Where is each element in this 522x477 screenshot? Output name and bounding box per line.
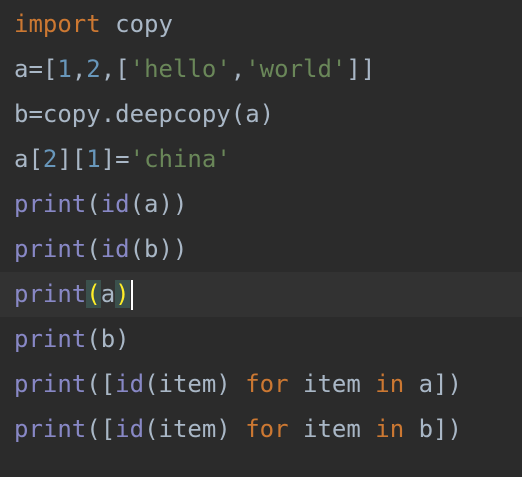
builtin-token: print	[14, 325, 87, 353]
keyword-token: in	[375, 415, 405, 443]
code-line[interactable]: a[2][1]='china'	[0, 137, 522, 182]
identifier-token: a])	[404, 370, 462, 398]
punctuation-token: ([	[86, 415, 116, 443]
punctuation-token: (item)	[144, 415, 246, 443]
identifier-token: item	[288, 415, 376, 443]
code-line[interactable]: a=[1,2,['hello','world']]	[0, 47, 522, 92]
builtin-token: print	[14, 280, 87, 308]
builtin-token: print	[14, 235, 87, 263]
punctuation-token: (b))	[129, 235, 188, 263]
identifier-token: a=	[14, 55, 43, 83]
code-line[interactable]: print(b)	[0, 317, 522, 362]
code-line-current[interactable]: print(a)	[0, 272, 522, 317]
string-token: 'hello'	[129, 55, 231, 83]
punctuation-token: [	[115, 55, 130, 83]
builtin-token: id	[115, 370, 145, 398]
code-line[interactable]: print(id(a))	[0, 182, 522, 227]
code-editor[interactable]: import copy a=[1,2,['hello','world']] b=co…	[0, 0, 522, 477]
code-line[interactable]: b=copy.deepcopy(a)	[0, 92, 522, 137]
identifier-token: b=copy.deepcopy(a)	[14, 100, 275, 128]
number-token: 1	[86, 145, 101, 173]
number-token: 1	[57, 55, 72, 83]
builtin-token: print	[14, 370, 87, 398]
punctuation-token: ][	[57, 145, 87, 173]
builtin-token: id	[115, 415, 145, 443]
punctuation-token: ,	[71, 55, 87, 83]
punctuation-token: (item)	[144, 370, 246, 398]
builtin-token: print	[14, 190, 87, 218]
code-line[interactable]: print([id(item) for item in b])	[0, 407, 522, 452]
builtin-token: print	[14, 415, 87, 443]
punctuation-token: [	[28, 145, 43, 173]
number-token: 2	[86, 55, 101, 83]
keyword-token: for	[245, 415, 289, 443]
punctuation-token: ]=	[100, 145, 130, 173]
text-caret	[130, 280, 133, 310]
punctuation-token: (	[86, 190, 101, 218]
string-token: 'world'	[245, 55, 347, 83]
identifier-token: item	[288, 370, 376, 398]
punctuation-token: [	[42, 55, 58, 83]
punctuation-token: (	[86, 235, 101, 263]
identifier-token: copy	[100, 10, 173, 38]
identifier-token: b])	[404, 415, 462, 443]
punctuation-token: ,	[230, 55, 246, 83]
punctuation-token: ,	[100, 55, 116, 83]
punctuation-token: ([	[86, 370, 116, 398]
punctuation-token: ]]	[346, 55, 376, 83]
string-token: 'china'	[129, 145, 231, 173]
matched-bracket: (	[86, 280, 101, 308]
identifier-token: a	[14, 145, 29, 173]
code-line[interactable]: print([id(item) for item in a])	[0, 362, 522, 407]
number-token: 2	[42, 145, 58, 173]
builtin-token: id	[100, 235, 130, 263]
punctuation-token: (a))	[129, 190, 188, 218]
keyword-token: in	[375, 370, 405, 398]
matched-bracket: )	[115, 280, 130, 308]
identifier-token: a	[100, 280, 116, 308]
code-line[interactable]: import copy	[0, 2, 522, 47]
keyword-token: import	[14, 10, 101, 38]
code-line[interactable]: print(id(b))	[0, 227, 522, 272]
punctuation-token: (b)	[86, 325, 130, 353]
builtin-token: id	[100, 190, 130, 218]
keyword-token: for	[245, 370, 289, 398]
